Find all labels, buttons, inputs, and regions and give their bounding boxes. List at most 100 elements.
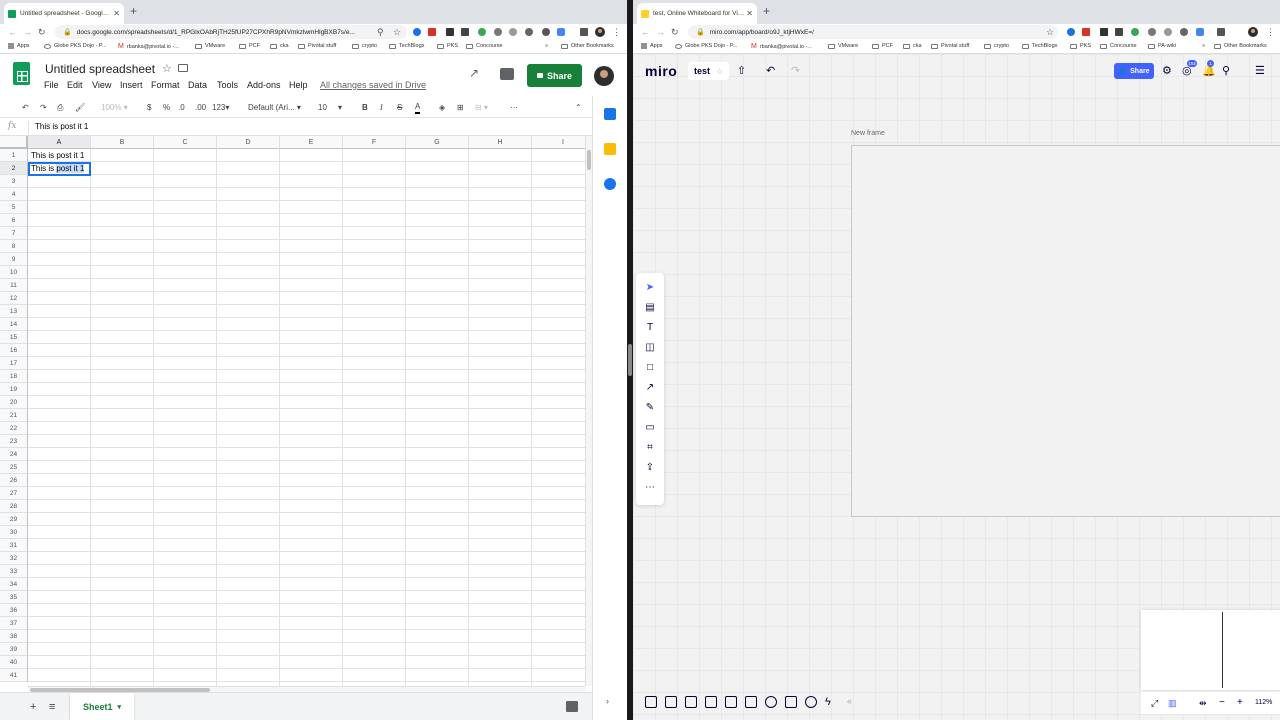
- activity-trend-icon[interactable]: ↗: [469, 66, 479, 80]
- cell-a1[interactable]: This is post it 1: [28, 151, 84, 160]
- frame-tool-icon[interactable]: ⌗: [644, 442, 656, 454]
- menu-insert[interactable]: Insert: [120, 80, 143, 90]
- bookmark-item[interactable]: Globe PKS Dojo - P...: [675, 43, 737, 49]
- profile-avatar[interactable]: [1248, 27, 1258, 37]
- menu-format[interactable]: Format: [151, 80, 180, 90]
- extension-icon[interactable]: [494, 28, 502, 36]
- forward-icon[interactable]: →: [656, 26, 665, 38]
- tasks-icon[interactable]: [604, 178, 616, 190]
- vertical-scrollbar[interactable]: [585, 136, 592, 686]
- collapse-toolbar-icon[interactable]: «: [847, 696, 852, 706]
- extension-icon[interactable]: [413, 28, 421, 36]
- bookmark-item[interactable]: Globe PKS Dojo - P...: [44, 43, 106, 49]
- column-header[interactable]: E: [280, 136, 343, 149]
- bookmark-folder[interactable]: Pivotal stuff: [931, 43, 969, 49]
- voting-icon[interactable]: [765, 696, 777, 708]
- keep-icon[interactable]: [604, 143, 616, 155]
- pen-icon[interactable]: ✎: [644, 402, 656, 414]
- bookmark-folder[interactable]: crypto: [352, 43, 377, 49]
- row-header[interactable]: 19: [0, 383, 28, 396]
- video-call-icon[interactable]: [785, 696, 797, 708]
- extension-icon[interactable]: [580, 28, 588, 36]
- shape-tool-icon[interactable]: □: [644, 362, 656, 374]
- extension-icon[interactable]: [1196, 28, 1204, 36]
- menu-addons[interactable]: Add-ons: [247, 80, 281, 90]
- row-header[interactable]: 17: [0, 357, 28, 370]
- kanban-icon[interactable]: [725, 696, 737, 708]
- row-header[interactable]: 29: [0, 513, 28, 526]
- extension-icon[interactable]: [1164, 28, 1172, 36]
- row-header[interactable]: 9: [0, 253, 28, 266]
- minimap[interactable]: [1141, 610, 1280, 690]
- bookmark-folder[interactable]: cka: [903, 43, 922, 49]
- column-header[interactable]: C: [154, 136, 217, 149]
- sheets-logo[interactable]: [13, 62, 30, 85]
- bookmark-folder[interactable]: Concourse: [1100, 43, 1137, 49]
- bookmark-star-icon[interactable]: ☆: [393, 26, 401, 38]
- all-sheets-icon[interactable]: ≡: [49, 701, 55, 713]
- star-icon[interactable]: ☆: [716, 67, 723, 76]
- search-icon[interactable]: ⚲: [1222, 65, 1230, 77]
- undo-icon[interactable]: ↶: [766, 65, 775, 77]
- row-header[interactable]: 20: [0, 396, 28, 409]
- back-icon[interactable]: ←: [641, 26, 650, 38]
- zoom-icon[interactable]: ⚲: [377, 26, 384, 38]
- bookmark-folder[interactable]: TechBlogs: [389, 43, 424, 49]
- italic-button[interactable]: I: [380, 102, 383, 114]
- frames-panel-icon[interactable]: [645, 696, 657, 708]
- menu-help[interactable]: Help: [289, 80, 308, 90]
- currency-button[interactable]: $: [147, 102, 151, 114]
- print-icon[interactable]: ⎙: [57, 102, 63, 114]
- extension-icon[interactable]: [557, 28, 565, 36]
- row-header[interactable]: 7: [0, 227, 28, 240]
- extension-icon[interactable]: [542, 28, 550, 36]
- settings-sliders-icon[interactable]: ⚙: [1162, 65, 1172, 77]
- font-size-select[interactable]: 10 ▾: [318, 102, 342, 114]
- expand-panel-icon[interactable]: ›: [606, 696, 609, 706]
- row-header[interactable]: 36: [0, 604, 28, 617]
- extension-icon[interactable]: [525, 28, 533, 36]
- row-header[interactable]: 16: [0, 344, 28, 357]
- cards-icon[interactable]: [705, 696, 717, 708]
- number-format-select[interactable]: 123▾: [212, 102, 229, 114]
- menu-edit[interactable]: Edit: [67, 80, 83, 90]
- forward-icon[interactable]: →: [23, 26, 32, 38]
- row-header[interactable]: 33: [0, 565, 28, 578]
- cell-area[interactable]: [28, 149, 585, 686]
- font-family-select[interactable]: Default (Ari... ▾: [248, 102, 301, 114]
- row-header[interactable]: 37: [0, 617, 28, 630]
- bookmark-folder[interactable]: PCF: [872, 43, 893, 49]
- share-button[interactable]: Share: [527, 64, 582, 87]
- fullscreen-icon[interactable]: ⤢: [1151, 697, 1158, 709]
- move-folder-icon[interactable]: [178, 64, 188, 72]
- select-all-corner[interactable]: [0, 136, 28, 149]
- extension-icon[interactable]: [1067, 28, 1075, 36]
- chrome-menu-icon[interactable]: ⋮: [612, 26, 621, 38]
- account-avatar[interactable]: [594, 66, 614, 86]
- extension-icon[interactable]: [1115, 28, 1123, 36]
- calendar-icon[interactable]: [604, 108, 616, 120]
- connector-icon[interactable]: ↗: [644, 382, 656, 394]
- column-header[interactable]: D: [217, 136, 280, 149]
- percent-button[interactable]: %: [163, 102, 170, 114]
- more-tools-icon[interactable]: ⋯: [644, 482, 656, 494]
- text-color-button[interactable]: A: [415, 102, 421, 114]
- bookmark-apps[interactable]: Apps: [641, 43, 663, 49]
- row-header[interactable]: 5: [0, 201, 28, 214]
- close-tab-icon[interactable]: ✕: [113, 9, 120, 18]
- export-board-icon[interactable]: [745, 696, 757, 708]
- bookmark-folder[interactable]: crypto: [984, 43, 1009, 49]
- row-header[interactable]: 22: [0, 422, 28, 435]
- extension-icon[interactable]: [478, 28, 486, 36]
- bookmark-folder[interactable]: PKS: [1070, 43, 1091, 49]
- bookmark-folder[interactable]: TechBlogs: [1022, 43, 1057, 49]
- bookmark-folder[interactable]: PCF: [239, 43, 260, 49]
- upload-icon[interactable]: ⇪: [644, 462, 656, 474]
- paint-format-icon[interactable]: 🖌: [75, 102, 85, 114]
- bookmark-item[interactable]: Mrbanka@pivotal.io -...: [118, 43, 179, 50]
- browser-tab-sheets[interactable]: Untitled spreadsheet - Google Sheets ✕: [4, 3, 124, 24]
- comments-icon[interactable]: [500, 68, 514, 80]
- select-cursor-icon[interactable]: ➤: [644, 282, 656, 294]
- row-header[interactable]: 14: [0, 318, 28, 331]
- bookmark-folder[interactable]: PKS: [437, 43, 458, 49]
